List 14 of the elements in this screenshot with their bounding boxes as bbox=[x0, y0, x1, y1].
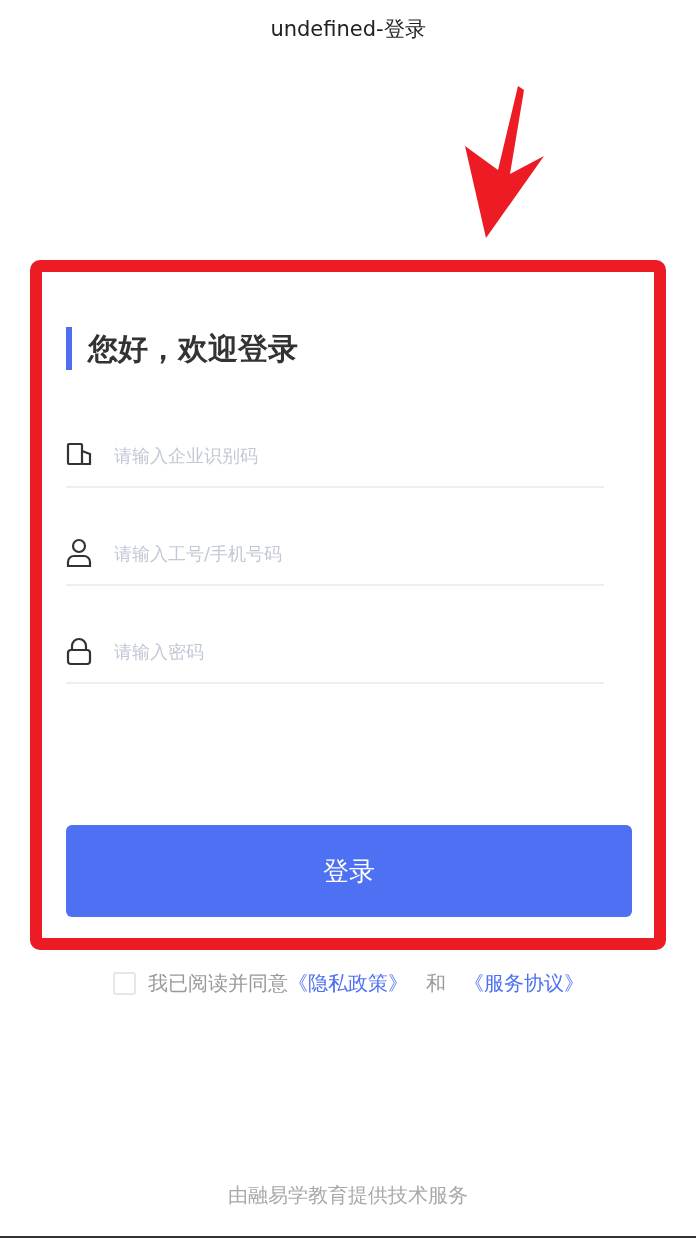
form-heading: 您好，欢迎登录 bbox=[66, 327, 632, 370]
input-field[interactable]: 请输入密码 bbox=[112, 636, 604, 666]
footer-text: 由融易学教育提供技术服务 bbox=[227, 1182, 469, 1209]
lock-icon bbox=[66, 636, 92, 666]
login-button[interactable]: 登录 bbox=[66, 825, 632, 917]
input-field[interactable]: 请输入工号/手机号码 bbox=[112, 538, 604, 568]
input-field[interactable]: 请输入企业识别码 bbox=[112, 440, 604, 470]
agreement-text: 我已阅读并同意 bbox=[147, 970, 288, 997]
user-icon bbox=[66, 538, 92, 568]
policy-link[interactable]: 《隐私政策》 bbox=[287, 968, 408, 998]
agreement-text: 和 bbox=[425, 970, 446, 997]
agree-checkbox[interactable] bbox=[112, 971, 136, 995]
policy-link[interactable]: 《服务协议》 bbox=[463, 968, 584, 998]
window-title: undefined-登录 bbox=[270, 16, 426, 44]
